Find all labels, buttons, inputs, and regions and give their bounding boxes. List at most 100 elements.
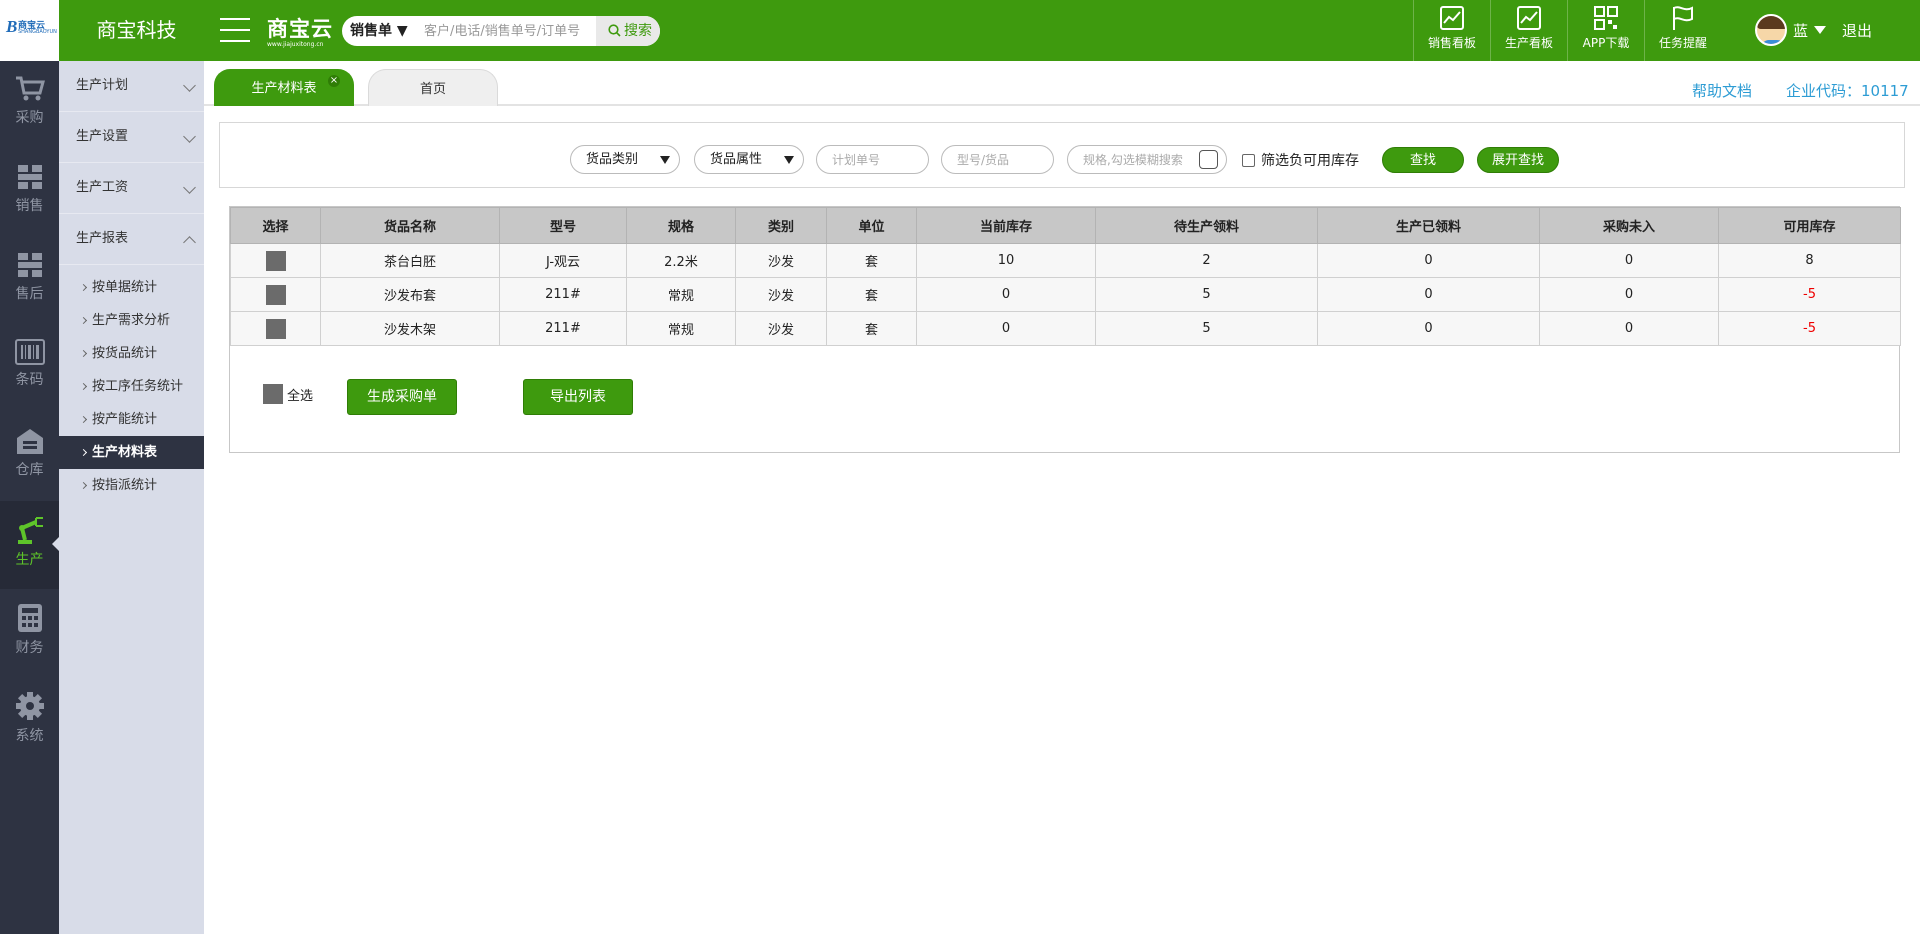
column-header: 生产已领料 [1317,207,1540,244]
submenu-item-by-process-task[interactable]: 按工序任务统计 [59,370,204,403]
production-submenu: 生产计划 生产设置 生产工资 生产报表 按单据统计 生产需求分析 按货品统计 按… [59,61,204,934]
create-purchase-order-button[interactable]: 生成采购单 [347,379,457,415]
help-docs-link[interactable]: 帮助文档 [1692,80,1752,101]
rail-item-system[interactable]: 系统 [0,677,59,765]
submenu-item-by-product[interactable]: 按货品统计 [59,337,204,370]
table-header-row: 选择 货品名称 型号 规格 类别 单位 当前库存 待生产领料 生产已领料 采购未… [230,207,1901,244]
negative-stock-filter[interactable]: 筛选负可用库存 [1242,150,1359,170]
row-checkbox[interactable] [265,250,286,271]
topnav-sales-board[interactable]: 销售看板 [1413,0,1490,61]
category-select[interactable]: 货品类别 [570,145,680,174]
rail-item-purchase[interactable]: 采购 [0,61,59,149]
barcode-icon [14,339,45,365]
user-menu[interactable]: 蓝 退出 [1755,14,1872,46]
top-nav: 销售看板 生产看板 APP下载 任务提醒 [1413,0,1721,61]
export-list-button[interactable]: 导出列表 [523,379,633,415]
attribute-select[interactable]: 货品属性 [694,145,804,174]
submenu-group-plan[interactable]: 生产计划 [59,61,204,112]
cell-category: 沙发 [735,277,827,312]
chevron-right-icon [79,349,88,358]
cell-picked: 0 [1317,311,1540,346]
row-checkbox[interactable] [265,284,286,305]
submenu-item-by-assignment[interactable]: 按指派统计 [59,469,204,502]
tab-material-list[interactable]: 生产材料表 × [214,69,354,106]
expand-search-button[interactable]: 展开查找 [1477,147,1559,173]
cell-available: 8 [1718,243,1901,278]
row-select-cell [230,277,321,312]
search-input[interactable] [424,21,592,41]
submenu-item-material-list[interactable]: 生产材料表 [59,436,204,469]
username[interactable]: 蓝 [1793,20,1808,41]
warehouse-icon [16,429,43,454]
column-header: 可用库存 [1718,207,1901,244]
rail-item-sales[interactable]: 销售 [0,149,59,237]
cell-stock: 10 [916,243,1096,278]
rail-item-after-sales[interactable]: 售后 [0,237,59,325]
corp-code: 企业代码：10117 [1786,82,1909,100]
column-header: 当前库存 [916,207,1096,244]
rail-item-production[interactable]: 生产 [0,501,59,589]
rail-label: 系统 [15,728,44,744]
submenu-group-settings[interactable]: 生产设置 [59,112,204,163]
menu-toggle-icon[interactable] [220,18,250,42]
tab-bar: 生产材料表 × 首页 [204,61,1920,106]
column-header: 采购未入 [1539,207,1719,244]
logout-link[interactable]: 退出 [1842,20,1872,41]
chevron-down-icon [183,181,196,194]
rail-item-warehouse[interactable]: 仓库 [0,413,59,501]
cell-pending: 2 [1095,243,1318,278]
plan-number-input[interactable] [816,145,929,174]
submenu-item-label: 按单据统计 [92,280,158,295]
column-header: 规格 [626,207,736,244]
search-button[interactable]: 查找 [1382,147,1464,173]
table-row: 茶台白胚 J-观云 2.2米 沙发 套 10 2 0 0 8 [230,243,1901,278]
chart-icon [1440,6,1464,30]
caret-down-icon[interactable] [1814,26,1827,34]
tab-home[interactable]: 首页 [368,69,498,106]
row-select-cell [230,311,321,346]
cell-unit: 套 [826,243,917,278]
category-select-label: 货品类别 [586,152,639,167]
chevron-right-icon [79,415,88,424]
search-button[interactable]: 搜索 [596,16,660,46]
topnav-label: APP下载 [1582,36,1630,50]
submenu-group-reports[interactable]: 生产报表 [59,214,204,265]
rail-label: 生产 [15,552,44,568]
cloud-brand: 商宝云 www.jiajuxitong.cn [267,13,333,48]
submenu-group-label: 生产工资 [76,180,129,195]
chevron-right-icon [79,316,88,325]
calculator-icon [17,604,42,632]
rail-item-barcode[interactable]: 条码 [0,325,59,413]
flag-icon [1673,6,1693,30]
submenu-item-by-capacity[interactable]: 按产能统计 [59,403,204,436]
row-select-cell [230,243,321,278]
submenu-item-demand-analysis[interactable]: 生产需求分析 [59,304,204,337]
row-checkbox[interactable] [265,318,286,339]
cell-model: J-观云 [499,243,627,278]
negative-stock-label: 筛选负可用库存 [1261,153,1359,169]
topnav-label: 销售看板 [1427,36,1476,50]
search-type-select[interactable]: 销售单 ▼ [350,16,408,46]
cell-stock: 0 [916,311,1096,346]
submenu-group-label: 生产报表 [76,231,129,246]
negative-stock-checkbox[interactable] [1242,153,1255,167]
submenu-report-list: 按单据统计 生产需求分析 按货品统计 按工序任务统计 按产能统计 生产材料表 按… [59,265,204,502]
topnav-app-download[interactable]: APP下载 [1567,0,1644,61]
app-logo[interactable]: B 商宝云 SHANGBAOYUN [0,0,59,61]
select-all-label[interactable]: 全选 [287,385,313,404]
topnav-task-reminder[interactable]: 任务提醒 [1644,0,1721,61]
model-product-input[interactable] [941,145,1054,174]
chevron-up-icon [183,236,196,249]
avatar[interactable] [1755,14,1787,46]
cell-spec: 2.2米 [626,243,736,278]
close-icon[interactable]: × [328,75,340,87]
topnav-production-board[interactable]: 生产看板 [1490,0,1567,61]
rail-item-finance[interactable]: 财务 [0,589,59,677]
submenu-group-wages[interactable]: 生产工资 [59,163,204,214]
submenu-item-by-document[interactable]: 按单据统计 [59,271,204,304]
fuzzy-search-checkbox[interactable] [1199,150,1218,169]
select-all-checkbox[interactable] [263,384,283,404]
column-header: 选择 [230,207,321,244]
chevron-right-icon [79,382,88,391]
column-header: 类别 [735,207,827,244]
